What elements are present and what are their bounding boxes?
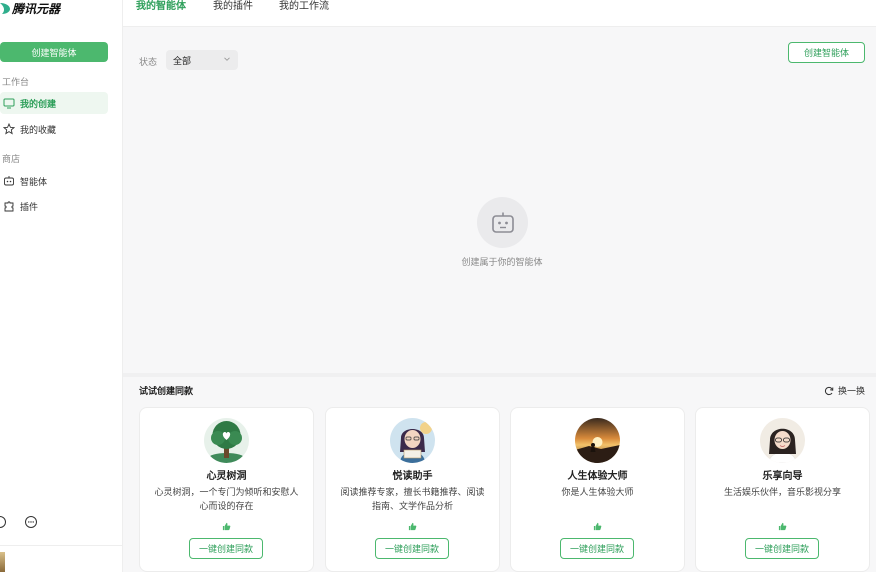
avatar: [204, 418, 249, 463]
top-tab-bar: 我的智能体 我的插件 我的工作流: [123, 0, 876, 27]
status-value: 全部: [173, 56, 192, 67]
card-title: 乐享向导: [762, 471, 803, 482]
like-indicator: [696, 520, 869, 531]
sidebar-item-favorites[interactable]: 我的收藏: [0, 118, 108, 140]
template-card[interactable]: 乐享向导 生活娱乐伙伴，音乐影视分享 一键创建同款: [695, 407, 870, 572]
sidebar: 腾讯元器 创建智能体 工作台 我的创建 我的收藏 商店 智能体 插件: [0, 0, 123, 572]
sidebar-item-label: 我的收藏: [20, 125, 57, 136]
avatar: [575, 418, 620, 463]
clone-button[interactable]: 一键创建同款: [745, 538, 819, 559]
help-icon[interactable]: [0, 515, 7, 529]
sidebar-item-my-creations[interactable]: 我的创建: [0, 92, 108, 114]
robot-icon: [4, 176, 14, 186]
clone-button[interactable]: 一键创建同款: [189, 538, 263, 559]
sidebar-item-label: 我的创建: [20, 99, 57, 110]
sidebar-item-label: 智能体: [20, 177, 48, 188]
user-avatar[interactable]: [0, 552, 5, 572]
thumbs-up-icon: [593, 522, 602, 531]
like-indicator: [511, 520, 684, 531]
like-indicator: [140, 520, 313, 531]
card-description: 你是人生体验大师: [561, 488, 634, 498]
star-icon: [3, 123, 15, 135]
card-description: 生活娱乐伙伴，音乐影视分享: [723, 488, 841, 498]
swap-label: 换一换: [838, 387, 866, 397]
thumbs-up-icon: [778, 522, 787, 531]
logo-icon: [0, 3, 10, 14]
avatar: [390, 418, 435, 463]
refresh-icon: [824, 386, 834, 395]
template-card[interactable]: 心灵树洞 心灵树洞，一个专门为倾听和安慰人心而设的存在 一键创建同款: [139, 407, 314, 572]
status-label: 状态: [139, 58, 158, 68]
brand-name: 腾讯元器: [12, 1, 61, 16]
sidebar-divider: [0, 545, 123, 546]
card-title: 悦读助手: [392, 471, 433, 482]
create-agent-outline-button[interactable]: 创建智能体: [788, 42, 865, 63]
sidebar-item-label: 插件: [20, 202, 39, 213]
clone-button[interactable]: 一键创建同款: [375, 538, 449, 559]
card-title: 人生体验大师: [567, 471, 628, 482]
tab-my-plugins[interactable]: 我的插件: [213, 0, 253, 14]
card-title: 心灵树洞: [206, 471, 247, 482]
status-select[interactable]: 全部: [166, 50, 238, 70]
template-card[interactable]: 悦读助手 阅读推荐专家，擅长书籍推荐、阅读指南、文学作品分析 一键创建同款: [325, 407, 500, 572]
puzzle-icon: [4, 201, 14, 212]
brand[interactable]: 腾讯元器: [0, 0, 60, 16]
template-card[interactable]: 人生体验大师 你是人生体验大师 一键创建同款: [510, 407, 685, 572]
sidebar-item-plugins[interactable]: 插件: [0, 195, 108, 217]
clone-button[interactable]: 一键创建同款: [560, 538, 634, 559]
thumbs-up-icon: [222, 522, 231, 531]
workbench-label: 工作台: [2, 78, 30, 88]
try-section-title: 试试创建同款: [139, 387, 194, 397]
empty-state-robot-icon: [477, 197, 528, 248]
avatar: [760, 418, 805, 463]
chevron-down-icon: [224, 57, 230, 61]
empty-state-text: 创建属于你的智能体: [461, 258, 543, 268]
store-label: 商店: [2, 155, 21, 165]
swap-button[interactable]: 换一换: [824, 384, 865, 397]
monitor-icon: [3, 98, 15, 109]
tab-my-workflows[interactable]: 我的工作流: [279, 0, 329, 14]
chat-icon[interactable]: [24, 515, 38, 529]
sidebar-item-agents[interactable]: 智能体: [0, 170, 108, 192]
like-indicator: [326, 520, 499, 531]
card-description: 心灵树洞，一个专门为倾听和安慰人心而设的存在: [154, 488, 299, 512]
tab-my-agents[interactable]: 我的智能体: [136, 0, 186, 14]
create-agent-button[interactable]: 创建智能体: [0, 42, 108, 62]
thumbs-up-icon: [408, 522, 417, 531]
card-description: 阅读推荐专家，擅长书籍推荐、阅读指南、文学作品分析: [340, 488, 485, 512]
